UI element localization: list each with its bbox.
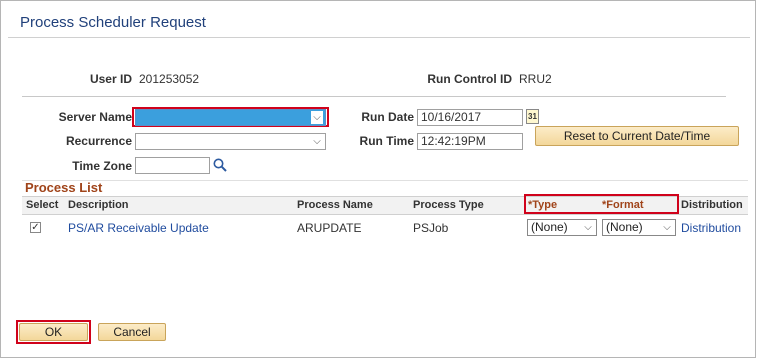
col-process-type: Process Type <box>413 199 484 211</box>
chevron-down-icon: ⌵ <box>313 136 321 147</box>
row-type-select[interactable]: (None) ⌵ <box>527 219 597 236</box>
run-control-label: Run Control ID <box>427 72 512 86</box>
recurrence-label: Recurrence <box>65 134 132 148</box>
reset-datetime-button[interactable]: Reset to Current Date/Time <box>535 126 739 146</box>
process-list-divider <box>22 180 748 181</box>
chevron-down-icon: ⌵ <box>663 222 671 233</box>
header-divider <box>22 96 726 97</box>
time-zone-input[interactable] <box>135 157 210 174</box>
run-control-value: RRU2 <box>519 72 552 86</box>
grid-left-edge <box>22 240 23 246</box>
chevron-down-icon: ⌵ <box>311 111 323 124</box>
format-select-value: (None) <box>606 220 643 234</box>
user-id-value: 201253052 <box>139 72 200 86</box>
ok-button[interactable]: OK <box>19 323 88 341</box>
cancel-button[interactable]: Cancel <box>98 323 166 341</box>
row-process-name: ARUPDATE <box>297 221 362 235</box>
col-select: Select <box>26 199 59 211</box>
calendar-icon[interactable]: 31 <box>526 109 539 124</box>
col-process-name: Process Name <box>297 199 373 211</box>
server-name-select[interactable]: ⌵ <box>135 109 326 126</box>
col-type: *Type <box>528 199 558 211</box>
process-list-title: Process List <box>25 180 103 195</box>
row-distribution-link[interactable]: Distribution <box>681 221 741 235</box>
time-zone-label: Time Zone <box>72 159 132 173</box>
type-select-value: (None) <box>531 220 568 234</box>
process-scheduler-dialog <box>0 0 756 358</box>
server-name-label: Server Name <box>58 110 132 124</box>
chevron-down-icon: ⌵ <box>584 222 592 233</box>
run-time-input[interactable]: 12:42:19PM <box>417 133 523 150</box>
row-select-checkbox[interactable]: ✓ <box>30 222 41 233</box>
row-format-select[interactable]: (None) ⌵ <box>602 219 676 236</box>
row-description-link[interactable]: PS/AR Receivable Update <box>68 221 209 235</box>
col-distribution: Distribution <box>681 199 743 211</box>
col-description: Description <box>68 199 129 211</box>
run-date-label: Run Date <box>361 110 414 124</box>
title-divider <box>8 37 750 38</box>
row-process-type: PSJob <box>413 221 449 235</box>
search-icon[interactable] <box>212 157 228 173</box>
run-time-label: Run Time <box>359 134 414 148</box>
run-date-input[interactable]: 10/16/2017 <box>417 109 523 126</box>
dialog-title: Process Scheduler Request <box>20 14 206 31</box>
col-format: *Format <box>602 199 644 211</box>
recurrence-select[interactable]: ⌵ <box>135 133 326 150</box>
user-id-label: User ID <box>89 72 132 86</box>
